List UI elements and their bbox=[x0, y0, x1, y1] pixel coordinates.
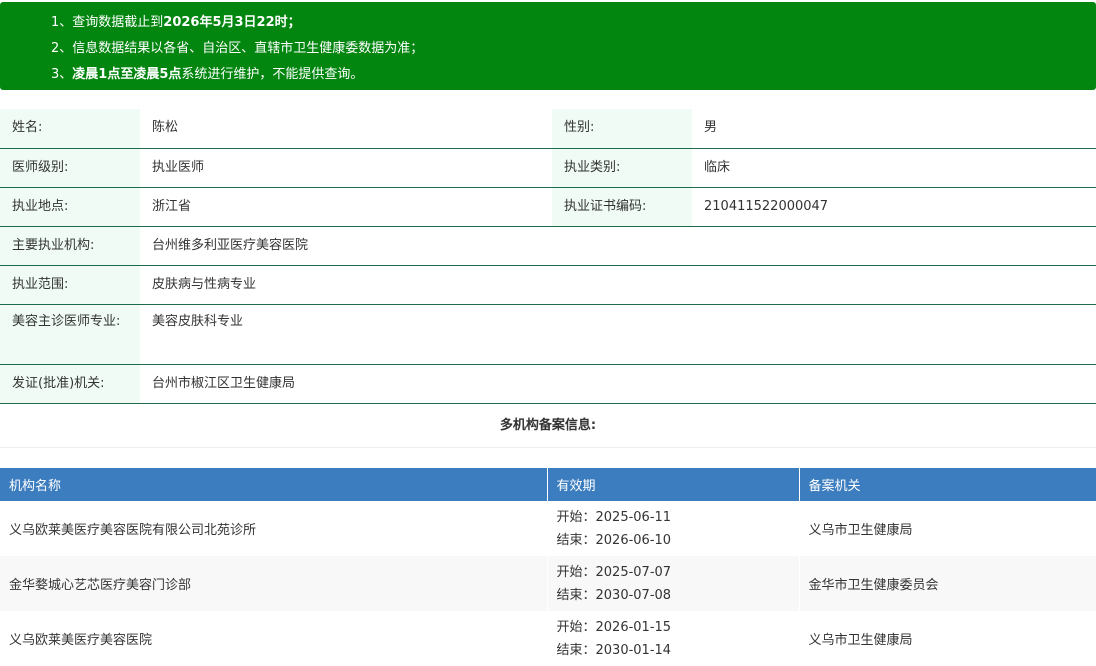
authority-cell: 金华市卫生健康委员会 bbox=[799, 556, 1096, 611]
authority-cell: 义乌市卫生健康局 bbox=[799, 501, 1096, 556]
validity-cell: 开始：2025-06-11 结束：2026-06-10 bbox=[547, 501, 800, 556]
validity-start: 开始：2025-06-11 bbox=[556, 509, 672, 525]
org-name-cell: 义乌欧莱美医疗美容医院 bbox=[0, 611, 548, 666]
scope-value: 皮肤病与性病专业 bbox=[140, 265, 1096, 305]
notice-line-2: 2、信息数据结果以各省、自治区、直辖市卫生健康委数据为准； bbox=[51, 41, 424, 56]
notice-line-1-date: 2026年5月3日22时； bbox=[163, 15, 301, 30]
header-org-name: 机构名称 bbox=[0, 468, 548, 501]
org-name-cell: 义乌欧莱美医疗美容医院有限公司北苑诊所 bbox=[0, 501, 548, 556]
validity-cell: 开始：2026-01-15 结束：2030-01-14 bbox=[547, 611, 800, 666]
validity-cell: 开始：2025-07-07 结束：2030-07-08 bbox=[547, 556, 800, 611]
validity-end: 结束：2030-01-14 bbox=[556, 642, 672, 658]
gender-label: 性别: bbox=[552, 109, 692, 149]
name-label: 姓名: bbox=[0, 109, 140, 149]
issuer-value: 台州市椒江区卫生健康局 bbox=[140, 364, 1096, 404]
row-location-cert: 执业地点: 浙江省 执业证书编码: 210411522000047 bbox=[0, 187, 1096, 227]
notice-line-1: 1、查询数据截止到2026年5月3日22时； bbox=[51, 14, 1096, 40]
location-value: 浙江省 bbox=[140, 187, 552, 227]
row-name-gender: 姓名: 陈松 性别: 男 bbox=[0, 109, 1096, 149]
row-cosmetic: 美容主诊医师专业: 美容皮肤科专业 bbox=[0, 304, 1096, 365]
multi-org-table: 机构名称 有效期 备案机关 义乌欧莱美医疗美容医院有限公司北苑诊所 开始：202… bbox=[0, 468, 1096, 666]
org-value: 台州维多利亚医疗美容医院 bbox=[140, 226, 1096, 266]
table-row: 义乌欧莱美医疗美容医院有限公司北苑诊所 开始：2025-06-11 结束：202… bbox=[0, 501, 1096, 556]
validity-end: 结束：2030-07-08 bbox=[556, 587, 672, 603]
org-label: 主要执业机构: bbox=[0, 226, 140, 266]
cosmetic-value: 美容皮肤科专业 bbox=[140, 304, 1096, 365]
category-value: 临床 bbox=[692, 148, 1096, 188]
row-org: 主要执业机构: 台州维多利亚医疗美容医院 bbox=[0, 226, 1096, 266]
header-validity: 有效期 bbox=[547, 468, 800, 501]
notice-line-3-time: 凌晨1点至凌晨5点 bbox=[72, 67, 182, 82]
authority-cell: 义乌市卫生健康局 bbox=[799, 611, 1096, 666]
issuer-label: 发证(批准)机关: bbox=[0, 364, 140, 404]
cosmetic-label: 美容主诊医师专业: bbox=[0, 304, 140, 365]
cert-label: 执业证书编码: bbox=[552, 187, 692, 227]
row-scope: 执业范围: 皮肤病与性病专业 bbox=[0, 265, 1096, 305]
location-label: 执业地点: bbox=[0, 187, 140, 227]
validity-start: 开始：2025-07-07 bbox=[556, 564, 672, 580]
org-name-cell: 金华婺城心艺芯医疗美容门诊部 bbox=[0, 556, 548, 611]
table-row: 金华婺城心艺芯医疗美容门诊部 开始：2025-07-07 结束：2030-07-… bbox=[0, 556, 1096, 611]
notice-line-3-suffix: 系统进行维护，不能提供查询。 bbox=[181, 67, 364, 82]
level-value: 执业医师 bbox=[140, 148, 552, 188]
validity-start: 开始：2026-01-15 bbox=[556, 619, 672, 635]
row-level-category: 医师级别: 执业医师 执业类别: 临床 bbox=[0, 148, 1096, 188]
table-row: 义乌欧莱美医疗美容医院 开始：2026-01-15 结束：2030-01-14 … bbox=[0, 611, 1096, 666]
cert-value: 210411522000047 bbox=[692, 187, 1096, 227]
gender-value: 男 bbox=[692, 109, 1096, 149]
validity-end: 结束：2026-06-10 bbox=[556, 532, 672, 548]
level-label: 医师级别: bbox=[0, 148, 140, 188]
category-label: 执业类别: bbox=[552, 148, 692, 188]
notice-line-1-prefix: 1、查询数据截止到 bbox=[51, 15, 164, 30]
notice-line-3-prefix: 3、 bbox=[51, 67, 73, 82]
name-value: 陈松 bbox=[140, 109, 552, 149]
notice-banner: 1、查询数据截止到2026年5月3日22时； 2、信息数据结果以各省、自治区、直… bbox=[0, 2, 1096, 90]
row-issuer: 发证(批准)机关: 台州市椒江区卫生健康局 bbox=[0, 364, 1096, 404]
scope-label: 执业范围: bbox=[0, 265, 140, 305]
multi-org-title: 多机构备案信息: bbox=[0, 404, 1096, 448]
org-table-header: 机构名称 有效期 备案机关 bbox=[0, 468, 1096, 501]
header-authority: 备案机关 bbox=[799, 468, 1096, 501]
doctor-info-table: 姓名: 陈松 性别: 男 医师级别: 执业医师 执业类别: 临床 执业地点: 浙… bbox=[0, 109, 1096, 404]
notice-line-3: 3、凌晨1点至凌晨5点系统进行维护，不能提供查询。 bbox=[51, 66, 1096, 92]
